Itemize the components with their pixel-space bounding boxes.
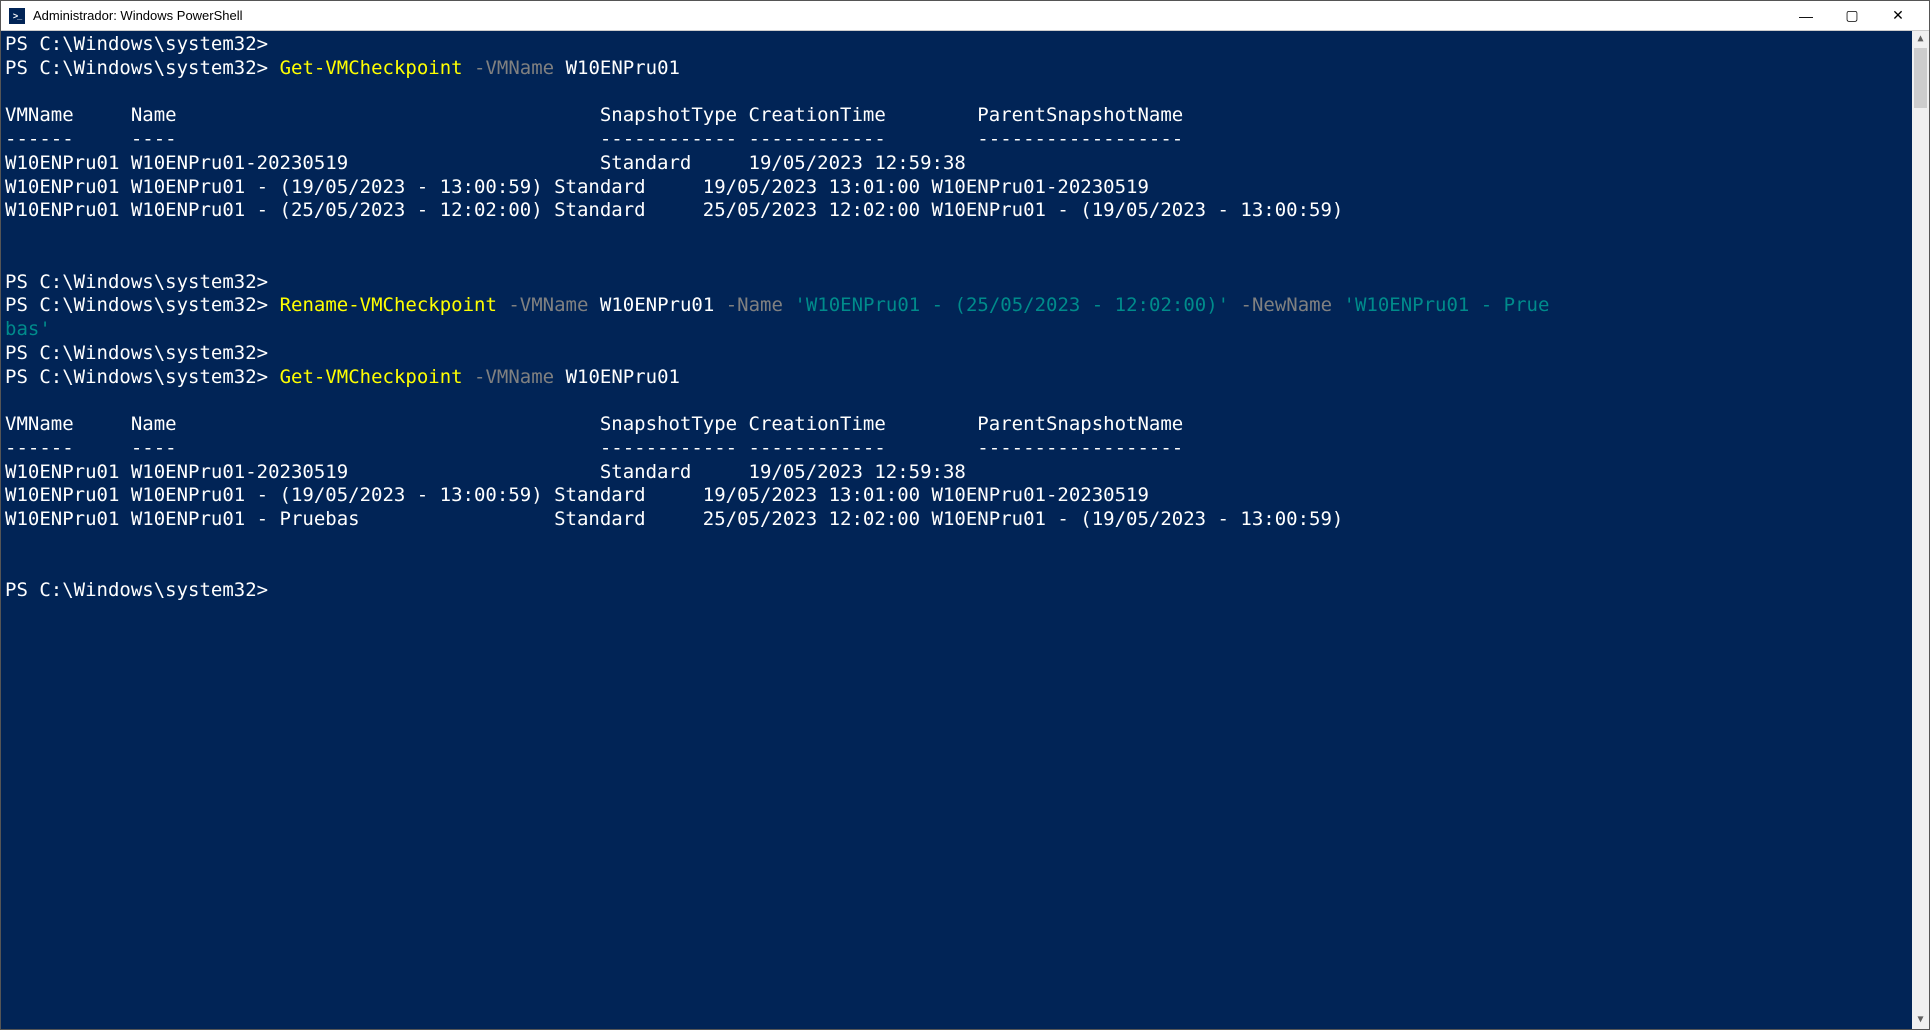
table-row: W10ENPru01 W10ENPru01 - (19/05/2023 - 13… <box>5 484 1925 508</box>
powershell-window: Administrador: Windows PowerShell — ▢ ✕ … <box>0 0 1930 1030</box>
parameter: -Name <box>726 294 783 316</box>
titlebar[interactable]: Administrador: Windows PowerShell — ▢ ✕ <box>1 1 1929 31</box>
window-controls: — ▢ ✕ <box>1783 1 1921 31</box>
string-literal: 'W10ENPru01 - (25/05/2023 - 12:02:00)' <box>794 294 1229 316</box>
parameter: -VMName <box>474 366 554 388</box>
cmdlet: Get-VMCheckpoint <box>280 366 463 388</box>
table-row: W10ENPru01 W10ENPru01-20230519 Standard … <box>5 461 1925 485</box>
vertical-scrollbar[interactable]: ▲ ▼ <box>1912 31 1929 1029</box>
prompt: PS C:\Windows\system32> <box>5 579 268 601</box>
table-row: W10ENPru01 W10ENPru01-20230519 Standard … <box>5 152 1925 176</box>
table-separator: ------ ---- ------------ ------------ --… <box>5 437 1925 461</box>
prompt: PS C:\Windows\system32> <box>5 366 268 388</box>
prompt: PS C:\Windows\system32> <box>5 294 268 316</box>
parameter: -VMName <box>474 57 554 79</box>
table-header: VMName Name SnapshotType CreationTime Pa… <box>5 104 1925 128</box>
prompt: PS C:\Windows\system32> <box>5 57 268 79</box>
prompt: PS C:\Windows\system32> <box>5 342 268 364</box>
prompt: PS C:\Windows\system32> <box>5 33 268 55</box>
table-row: W10ENPru01 W10ENPru01 - (25/05/2023 - 12… <box>5 199 1925 223</box>
close-button[interactable]: ✕ <box>1875 1 1921 31</box>
scrollbar-track[interactable] <box>1912 48 1929 1012</box>
scrollbar-thumb[interactable] <box>1914 48 1927 108</box>
cmdlet: Get-VMCheckpoint <box>280 57 463 79</box>
argument: W10ENPru01 <box>566 366 680 388</box>
argument: W10ENPru01 <box>566 57 680 79</box>
maximize-button[interactable]: ▢ <box>1829 1 1875 31</box>
terminal-area[interactable]: PS C:\Windows\system32>PS C:\Windows\sys… <box>1 31 1929 1029</box>
scroll-up-button[interactable]: ▲ <box>1912 31 1929 48</box>
cmdlet: Rename-VMCheckpoint <box>280 294 497 316</box>
table-separator: ------ ---- ------------ ------------ --… <box>5 128 1925 152</box>
parameter: -NewName <box>1241 294 1333 316</box>
minimize-button[interactable]: — <box>1783 1 1829 31</box>
string-literal: 'W10ENPru01 - Prue <box>1344 294 1550 316</box>
argument: W10ENPru01 <box>600 294 714 316</box>
window-title: Administrador: Windows PowerShell <box>33 8 1783 23</box>
table-row: W10ENPru01 W10ENPru01 - (19/05/2023 - 13… <box>5 176 1925 200</box>
table-row: W10ENPru01 W10ENPru01 - Pruebas Standard… <box>5 508 1925 532</box>
string-literal: bas' <box>5 318 51 340</box>
table-header: VMName Name SnapshotType CreationTime Pa… <box>5 413 1925 437</box>
prompt: PS C:\Windows\system32> <box>5 271 268 293</box>
parameter: -VMName <box>508 294 588 316</box>
powershell-icon <box>9 8 25 24</box>
scroll-down-button[interactable]: ▼ <box>1912 1012 1929 1029</box>
